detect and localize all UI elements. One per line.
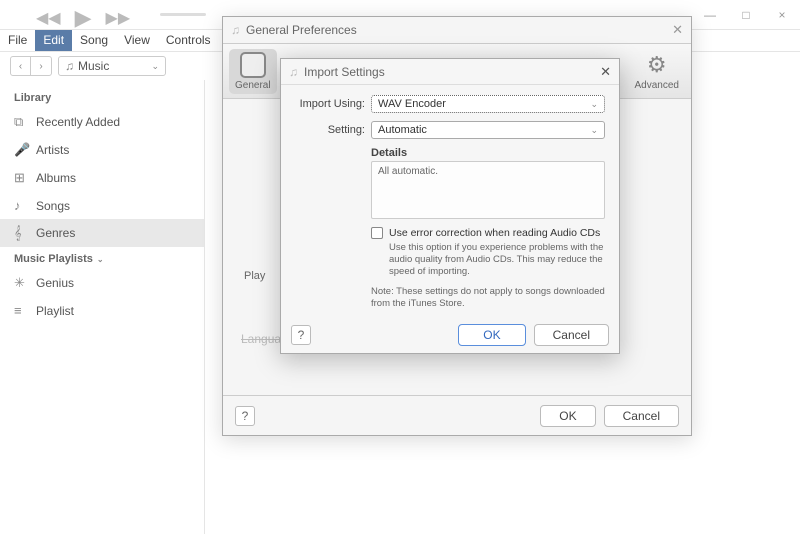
play-icon[interactable]: ▶ bbox=[75, 5, 92, 31]
sidebar-item-playlist[interactable]: ≡ Playlist bbox=[0, 297, 204, 324]
prefs-help-button[interactable]: ? bbox=[235, 406, 255, 426]
sidebar-item-genius[interactable]: ✳ Genius bbox=[0, 269, 204, 297]
sidebar-item-label: Recently Added bbox=[36, 115, 120, 129]
tab-advanced[interactable]: ⚙ Advanced bbox=[629, 49, 685, 94]
chevron-down-icon: ⌄ bbox=[97, 255, 104, 264]
setting-select[interactable]: Automatic ⌄ bbox=[371, 121, 605, 139]
sidebar-item-label: Albums bbox=[36, 171, 76, 185]
prefs-footer: ? OK Cancel bbox=[223, 395, 691, 435]
setting-label: Setting: bbox=[295, 124, 365, 136]
sidebar: Library ⧉ Recently Added 🎤 Artists ⊞ Albums… bbox=[0, 80, 205, 534]
music-note-icon: ♫ bbox=[65, 59, 74, 73]
prefs-titlebar: ♫ General Preferences ✕ bbox=[223, 17, 691, 43]
transport-controls: ◀◀ ▶ ▶▶ bbox=[36, 5, 130, 31]
import-using-row: Import Using: WAV Encoder ⌄ bbox=[295, 95, 605, 113]
source-picker[interactable]: ♫ Music ⌄ bbox=[58, 56, 166, 76]
window-minimize-button[interactable]: — bbox=[692, 1, 728, 29]
gear-icon: ⚙ bbox=[644, 52, 670, 78]
menu-controls[interactable]: Controls bbox=[158, 30, 219, 51]
import-body: Import Using: WAV Encoder ⌄ Setting: Aut… bbox=[281, 85, 619, 319]
sidebar-header-playlists[interactable]: Music Playlists ⌄ bbox=[0, 247, 204, 269]
setting-row: Setting: Automatic ⌄ bbox=[295, 121, 605, 139]
itunes-logo-icon: ♫ bbox=[231, 23, 240, 37]
chevron-down-icon: ⌄ bbox=[151, 61, 159, 72]
details-text: All automatic. bbox=[371, 161, 605, 219]
artists-icon: 🎤 bbox=[14, 142, 28, 158]
details-header: Details bbox=[371, 147, 605, 159]
menu-view[interactable]: View bbox=[116, 30, 158, 51]
playlists-header-label: Music Playlists bbox=[14, 253, 93, 265]
sidebar-item-label: Genres bbox=[36, 226, 75, 240]
window-close-button[interactable]: × bbox=[764, 1, 800, 29]
import-settings-dialog: ♫ Import Settings ✕ Import Using: WAV En… bbox=[280, 58, 620, 354]
import-using-select[interactable]: WAV Encoder ⌄ bbox=[371, 95, 605, 113]
prefs-title: General Preferences bbox=[246, 23, 357, 37]
nav-forward-button[interactable]: › bbox=[31, 57, 51, 75]
import-note: Note: These settings do not apply to son… bbox=[371, 286, 605, 310]
general-tab-icon bbox=[240, 52, 266, 78]
prefs-playback-label-fragment: Play bbox=[244, 270, 265, 282]
import-titlebar: ♫ Import Settings ✕ bbox=[281, 59, 619, 85]
tab-label: Advanced bbox=[635, 80, 679, 91]
import-using-value: WAV Encoder bbox=[378, 98, 446, 110]
albums-icon: ⊞ bbox=[14, 170, 28, 186]
import-title: Import Settings bbox=[304, 65, 385, 79]
genius-icon: ✳ bbox=[14, 275, 28, 291]
error-correction-checkbox[interactable] bbox=[371, 227, 383, 239]
menu-song[interactable]: Song bbox=[72, 30, 116, 51]
import-cancel-button[interactable]: Cancel bbox=[534, 324, 609, 346]
genres-icon: 𝄞 bbox=[14, 225, 28, 241]
sidebar-item-artists[interactable]: 🎤 Artists bbox=[0, 136, 204, 164]
prefs-close-button[interactable]: ✕ bbox=[672, 22, 683, 38]
import-close-button[interactable]: ✕ bbox=[600, 64, 611, 80]
chevron-down-icon: ⌄ bbox=[590, 125, 598, 136]
import-using-label: Import Using: bbox=[295, 98, 365, 110]
next-track-icon[interactable]: ▶▶ bbox=[106, 8, 131, 28]
menu-file[interactable]: File bbox=[0, 30, 35, 51]
error-correction-label: Use error correction when reading Audio … bbox=[389, 227, 600, 239]
sidebar-item-songs[interactable]: ♪ Songs bbox=[0, 192, 204, 219]
playlist-icon: ≡ bbox=[14, 303, 28, 318]
source-label: Music bbox=[78, 59, 109, 73]
nav-buttons: ‹ › bbox=[10, 56, 52, 76]
sidebar-item-label: Genius bbox=[36, 276, 74, 290]
import-ok-button[interactable]: OK bbox=[458, 324, 525, 346]
itunes-logo-icon: ♫ bbox=[289, 65, 298, 79]
chevron-down-icon: ⌄ bbox=[590, 99, 598, 110]
sidebar-item-albums[interactable]: ⊞ Albums bbox=[0, 164, 204, 192]
menu-edit[interactable]: Edit bbox=[35, 30, 72, 51]
prev-track-icon[interactable]: ◀◀ bbox=[36, 8, 61, 28]
details-section: Details All automatic. bbox=[371, 147, 605, 219]
import-help-button[interactable]: ? bbox=[291, 325, 311, 345]
tab-general[interactable]: General bbox=[229, 49, 277, 94]
sidebar-item-genres[interactable]: 𝄞 Genres bbox=[0, 219, 204, 247]
songs-icon: ♪ bbox=[14, 198, 28, 213]
sidebar-item-label: Songs bbox=[36, 199, 70, 213]
nav-back-button[interactable]: ‹ bbox=[11, 57, 31, 75]
sidebar-item-label: Artists bbox=[36, 143, 69, 157]
import-footer: ? OK Cancel bbox=[281, 317, 619, 353]
sidebar-item-label: Playlist bbox=[36, 304, 74, 318]
recently-added-icon: ⧉ bbox=[14, 114, 28, 130]
window-maximize-button[interactable]: □ bbox=[728, 1, 764, 29]
volume-slider[interactable] bbox=[160, 13, 206, 16]
sidebar-item-recently-added[interactable]: ⧉ Recently Added bbox=[0, 108, 204, 136]
prefs-ok-button[interactable]: OK bbox=[540, 405, 595, 427]
error-correction-hint: Use this option if you experience proble… bbox=[389, 242, 605, 278]
prefs-cancel-button[interactable]: Cancel bbox=[604, 405, 679, 427]
error-correction-row[interactable]: Use error correction when reading Audio … bbox=[371, 227, 605, 239]
sidebar-header-library: Library bbox=[0, 86, 204, 108]
tab-label: General bbox=[235, 80, 271, 91]
setting-value: Automatic bbox=[378, 124, 427, 136]
error-correction-section: Use error correction when reading Audio … bbox=[371, 227, 605, 278]
